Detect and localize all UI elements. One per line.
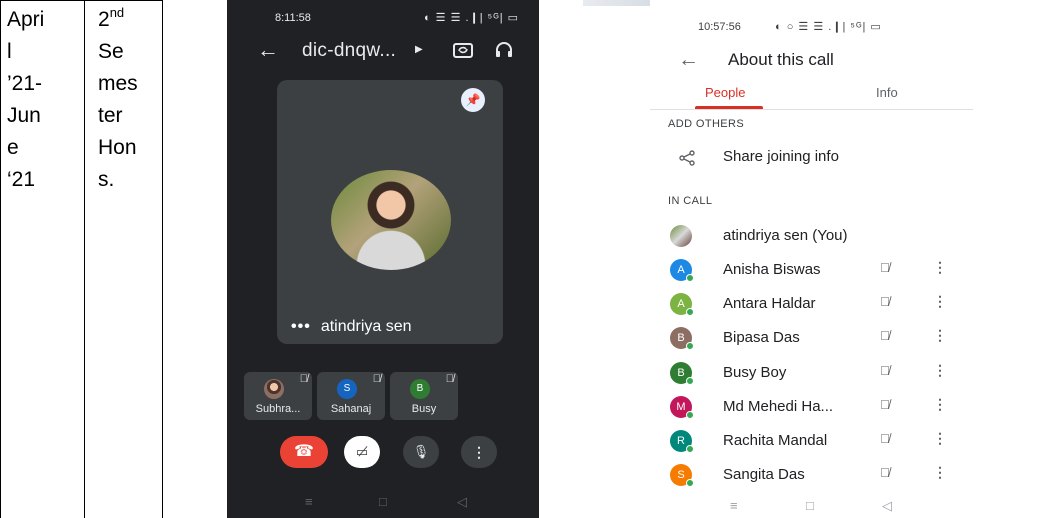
caret-right-icon[interactable]: ▶	[415, 44, 423, 55]
participant-thumbnail[interactable]: 🎙̸ Subhra...	[244, 372, 312, 420]
online-dot	[686, 479, 694, 487]
participant-name: Rachita Mandal	[723, 432, 828, 449]
status-time: 8:11:58	[275, 12, 311, 24]
more-dots-icon[interactable]: •••	[291, 318, 311, 335]
online-dot	[686, 308, 694, 316]
online-dot	[686, 274, 694, 282]
status-bar: 10:57:56 ◐ ○ ☰ ☰ .❙| ⁵ᴳ| ▭	[650, 18, 973, 38]
mic-off-icon: 🎙̸	[299, 373, 308, 385]
table-border	[84, 0, 85, 518]
meeting-code[interactable]: dic-dnqw...	[302, 40, 396, 62]
nav-menu-icon[interactable]: ≡	[730, 498, 738, 513]
status-time: 10:57:56	[698, 21, 741, 33]
list-item[interactable]: S Sangita Das 🎙̸ ⋮	[650, 461, 973, 495]
nav-home-icon[interactable]: □	[379, 494, 387, 509]
list-item[interactable]: R Rachita Mandal 🎙̸ ⋮	[650, 427, 973, 461]
avatar: S	[337, 379, 357, 399]
participant-name: atindriya sen (You)	[723, 227, 848, 244]
online-dot	[686, 377, 694, 385]
about-call-screenshot: 10:57:56 ◐ ○ ☰ ☰ .❙| ⁵ᴳ| ▭ ← About this …	[650, 0, 973, 518]
mic-off-icon: 🎙̸	[880, 431, 890, 446]
status-icons: ◐ ○ ☰ ☰ .❙| ⁵ᴳ| ▭	[775, 21, 882, 33]
more-vert-icon[interactable]: ⋮	[933, 464, 947, 481]
table-border	[162, 0, 163, 518]
list-item[interactable]: atindriya sen (You)	[650, 222, 973, 256]
mic-off-icon: 🎙̸	[445, 373, 454, 385]
list-item[interactable]: M Md Mehedi Ha... 🎙̸ ⋮	[650, 393, 973, 427]
phone-hangup-icon: ☎	[294, 443, 314, 460]
more-vert-icon[interactable]: ⋮	[933, 259, 947, 276]
end-call-button[interactable]: ☎	[280, 436, 328, 468]
add-others-heading: ADD OTHERS	[668, 118, 745, 130]
status-bar: 8:11:58 ◐ ☰ ☰ .❙| ⁵ᴳ| ▭	[227, 8, 539, 28]
more-options-button[interactable]: ⋮	[461, 436, 497, 468]
mic-off-icon: 🎙̸	[880, 260, 890, 275]
online-dot	[686, 342, 694, 350]
more-vert-icon[interactable]: ⋮	[933, 362, 947, 379]
more-vert-icon[interactable]: ⋮	[933, 430, 947, 447]
back-arrow-icon[interactable]: ←	[678, 48, 699, 72]
avatar	[670, 225, 692, 247]
more-vert-icon[interactable]: ⋮	[933, 396, 947, 413]
mic-off-icon: 🎙̸	[880, 363, 890, 378]
nav-back-icon[interactable]: ◁	[882, 498, 892, 514]
participant-name: Bipasa Das	[723, 329, 800, 346]
avatar	[331, 170, 451, 270]
mic-off-icon: 🎙̸	[880, 328, 890, 343]
thumbnail-label: Sahanaj	[330, 403, 372, 415]
pin-icon[interactable]: 📌	[461, 88, 485, 112]
period-cell: Apri l ’21- Jun e ‘21	[7, 8, 45, 191]
nav-menu-icon[interactable]: ≡	[305, 494, 313, 509]
participant-thumbnail[interactable]: S 🎙̸ Sahanaj	[317, 372, 385, 420]
participant-name: Sangita Das	[723, 466, 805, 483]
list-item[interactable]: A Antara Haldar 🎙̸ ⋮	[650, 290, 973, 324]
tab-people[interactable]: People	[705, 85, 745, 100]
nav-home-icon[interactable]: □	[806, 498, 814, 513]
tab-divider	[650, 109, 973, 110]
nav-back-icon[interactable]: ◁	[457, 494, 467, 510]
mic-off-icon: 🎙̸	[880, 397, 890, 412]
online-dot	[686, 445, 694, 453]
participant-name: ••• atindriya sen	[291, 318, 412, 335]
tab-info[interactable]: Info	[876, 85, 898, 100]
status-icons: ◐ ☰ ☰ .❙| ⁵ᴳ| ▭	[423, 12, 519, 24]
online-dot	[686, 411, 694, 419]
avatar: B	[410, 379, 430, 399]
headphones-icon[interactable]	[495, 41, 513, 59]
list-item[interactable]: A Anisha Biswas 🎙̸ ⋮	[650, 256, 973, 290]
in-call-heading: IN CALL	[668, 195, 713, 207]
main-video-tile[interactable]: 📌 ••• atindriya sen	[277, 80, 503, 344]
participant-name: Anisha Biswas	[723, 261, 821, 278]
camera-off-icon: ▭̸	[355, 444, 369, 459]
participant-name: Antara Haldar	[723, 295, 816, 312]
semester-cell: 2nd Se mes ter Hon s.	[98, 5, 138, 191]
camera-toggle-button[interactable]: ▭̸	[344, 436, 380, 468]
avatar	[264, 379, 284, 399]
mic-off-icon: 🎙̸	[372, 373, 381, 385]
share-joining-info-button[interactable]: Share joining info	[723, 148, 839, 165]
page-title: About this call	[728, 50, 834, 69]
participant-name: Busy Boy	[723, 364, 787, 381]
back-arrow-icon[interactable]: ←	[257, 38, 279, 62]
call-toolbar: ← dic-dnqw... ▶	[227, 38, 539, 68]
table-border	[0, 0, 1, 518]
mic-off-icon: 🎙̸	[880, 465, 890, 480]
more-vert-icon: ⋮	[472, 444, 486, 460]
thumbnail-label: Busy	[411, 403, 437, 415]
mic-icon: 🎙	[412, 444, 430, 459]
thumbnail-label: Subhra...	[255, 403, 301, 415]
more-vert-icon[interactable]: ⋮	[933, 327, 947, 344]
participant-name: Md Mehedi Ha...	[723, 398, 834, 415]
mic-button[interactable]: 🎙	[403, 436, 439, 468]
switch-camera-icon[interactable]	[453, 41, 473, 59]
more-vert-icon[interactable]: ⋮	[933, 293, 947, 310]
participant-thumbnail[interactable]: B 🎙̸ Busy	[390, 372, 458, 420]
share-icon	[679, 150, 695, 166]
mic-off-icon: 🎙̸	[880, 294, 890, 309]
list-item[interactable]: B Bipasa Das 🎙̸ ⋮	[650, 324, 973, 358]
list-item[interactable]: B Busy Boy 🎙̸ ⋮	[650, 359, 973, 393]
meet-call-screenshot: 8:11:58 ◐ ☰ ☰ .❙| ⁵ᴳ| ▭ ← dic-dnqw... ▶ …	[227, 0, 539, 518]
